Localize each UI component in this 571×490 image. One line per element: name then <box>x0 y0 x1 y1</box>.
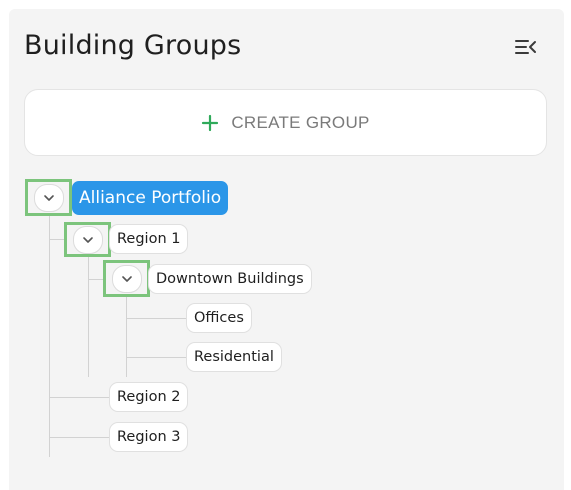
page-title: Building Groups <box>24 30 242 61</box>
chevron-down-icon <box>121 275 132 282</box>
tree-node-region-2[interactable]: Region 2 <box>109 382 189 412</box>
tree-node-region-3[interactable]: Region 3 <box>109 422 189 452</box>
chevron-down-icon <box>82 236 93 243</box>
tree-node-alliance-portfolio[interactable]: Alliance Portfolio <box>72 181 229 215</box>
chevron-down-icon <box>43 194 54 201</box>
create-group-label: CREATE GROUP <box>231 112 370 132</box>
tree-node-offices[interactable]: Offices <box>186 303 252 333</box>
plus-icon <box>202 114 219 131</box>
expand-toggle-region-1[interactable] <box>64 222 111 257</box>
expand-toggle-alliance-portfolio[interactable] <box>25 179 72 216</box>
collapse-menu-icon <box>515 40 536 54</box>
collapse-panel-button[interactable] <box>512 34 538 60</box>
tree-node-region-1[interactable]: Region 1 <box>109 224 189 254</box>
tree-node-downtown-buildings[interactable]: Downtown Buildings <box>148 264 312 294</box>
tree-node-residential[interactable]: Residential <box>186 342 282 372</box>
expand-toggle-downtown-buildings[interactable] <box>103 260 150 297</box>
create-group-button[interactable]: CREATE GROUP <box>24 89 547 156</box>
